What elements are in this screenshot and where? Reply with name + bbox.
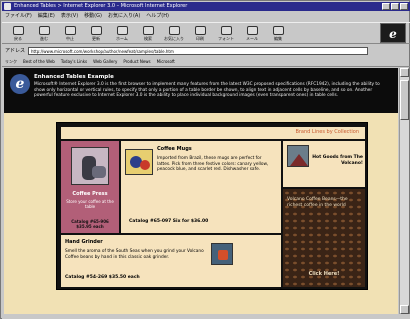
print-icon (194, 26, 206, 35)
refresh-label: 更新 (92, 36, 100, 41)
hand-grinder-description: Smell the aroma of the South Seas when y… (65, 249, 204, 260)
page-description: Microsoft® Internet Explorer 3.0 is the … (34, 82, 380, 99)
volcano-icon (290, 154, 308, 166)
coffee-cup-icon (92, 166, 106, 178)
coffee-mugs-image[interactable] (125, 149, 153, 175)
favorites-label: お気に入り (164, 36, 184, 41)
toolbar: 戻る 進む 中止 更新 ホーム 検索 お気に入り 印刷 フォント メール 編集 (2, 22, 410, 44)
ie-logo-icon: e (380, 23, 406, 43)
enhanced-table: Brand Lines by Collection Coffee Press S… (56, 122, 368, 290)
coffee-mugs-title: Coffee Mugs (157, 146, 192, 152)
coffee-press-cell: Coffee Press Store your coffee at the ta… (61, 141, 119, 233)
ie-app-icon (4, 3, 11, 10)
hand-grinder-catalog: Catalog #54-269 $35.50 each (65, 275, 140, 280)
link-microsoft[interactable]: Microsoft (157, 59, 175, 64)
scroll-up-button[interactable] (400, 68, 409, 77)
back-arrow-icon (12, 26, 24, 35)
address-bar: アドレス http://www.microsoft.com/workshop/a… (2, 45, 410, 56)
vertical-scrollbar[interactable] (399, 68, 409, 314)
coffee-press-catalog: Catalog #65-906 $35.95 each (71, 219, 109, 229)
status-bar (2, 314, 410, 319)
font-button[interactable]: フォント (213, 23, 239, 45)
print-button[interactable]: 印刷 (187, 23, 213, 45)
hot-goods-cell: Hot Goods from The Volcano! (283, 141, 365, 187)
coffee-press-title: Coffee Press (72, 191, 108, 197)
minimize-button[interactable] (382, 3, 390, 10)
favorites-button[interactable]: お気に入り (161, 23, 187, 45)
table-top-bar: Brand Lines by Collection (61, 127, 365, 139)
font-label: フォント (218, 36, 234, 41)
page-title: Enhanced Tables Example (34, 74, 114, 80)
stop-button[interactable]: 中止 (57, 23, 83, 45)
stop-icon (64, 26, 76, 35)
favorites-icon (168, 26, 180, 35)
coffee-press-description: Store your coffee at the table (66, 199, 114, 209)
maximize-button[interactable] (391, 3, 399, 10)
menu-go[interactable]: 移動(G) (84, 12, 102, 21)
coffee-beans-text: Volcano Coffee Beans—the richest coffee … (287, 197, 348, 208)
home-label: ホーム (116, 36, 128, 41)
link-web-gallery[interactable]: Web Gallery (93, 59, 117, 64)
volcano-image[interactable] (287, 145, 309, 167)
window-controls (382, 3, 408, 10)
hand-grinder-title: Hand Grinder (65, 239, 103, 245)
address-input[interactable]: http://www.microsoft.com/workshop/author… (28, 46, 369, 55)
edit-button[interactable]: 編集 (265, 23, 291, 45)
coffee-mugs-cell: Coffee Mugs Imported from Brazil, these … (121, 141, 281, 233)
font-icon (220, 26, 232, 35)
title-bar: Enhanced Tables > Internet Explorer 3.0 … (2, 2, 410, 11)
hand-grinder-image[interactable] (211, 243, 233, 265)
grinder-cup-icon (218, 250, 228, 260)
hand-grinder-cell: Hand Grinder Smell the aroma of the Sout… (61, 235, 281, 287)
menu-favorites[interactable]: お気に入り(A) (108, 12, 140, 21)
refresh-button[interactable]: 更新 (83, 23, 109, 45)
home-button[interactable]: ホーム (109, 23, 135, 45)
mail-icon (246, 26, 258, 35)
menu-view[interactable]: 表示(V) (61, 12, 78, 21)
refresh-icon (90, 26, 102, 35)
links-label: リンク (5, 58, 17, 64)
scroll-thumb[interactable] (400, 80, 409, 120)
search-icon (142, 26, 154, 35)
forward-button[interactable]: 進む (31, 23, 57, 45)
link-best-of-web[interactable]: Best of the Web (23, 59, 55, 64)
explorer-logo-icon: e (10, 74, 30, 94)
link-todays-links[interactable]: Today's Links (61, 59, 87, 64)
address-label: アドレス (5, 48, 26, 54)
links-bar: リンク Best of the Web Today's Links Web Ga… (2, 57, 410, 67)
click-here-link[interactable]: Click Here! (287, 271, 361, 277)
menu-bar: ファイル(F) 編集(E) 表示(V) 移動(G) お気に入り(A) ヘルプ(H… (2, 12, 410, 21)
coffee-mugs-description: Imported from Brazil, these mugs are per… (157, 156, 269, 173)
link-product-news[interactable]: Product News (123, 59, 150, 64)
edit-icon (272, 26, 284, 35)
close-button[interactable] (400, 3, 408, 10)
stop-label: 中止 (66, 36, 74, 41)
mail-label: メール (246, 36, 258, 41)
hot-goods-title: Hot Goods from The Volcano! (312, 155, 363, 166)
page-header: e Enhanced Tables Example Microsoft® Int… (4, 68, 398, 113)
forward-arrow-icon (38, 26, 50, 35)
scroll-down-button[interactable] (400, 305, 409, 314)
coffee-mugs-catalog: Catalog #65-097 Six for $36.00 (129, 219, 209, 224)
home-icon (116, 26, 128, 35)
search-label: 検索 (144, 36, 152, 41)
red-mug-icon (140, 160, 150, 170)
coffee-beans-cell: Volcano Coffee Beans—the richest coffee … (283, 189, 365, 287)
coffee-press-image[interactable] (71, 147, 109, 185)
menu-file[interactable]: ファイル(F) (5, 12, 32, 21)
search-button[interactable]: 検索 (135, 23, 161, 45)
edit-label: 編集 (274, 36, 282, 41)
back-label: 戻る (14, 36, 22, 41)
table-top-right-text[interactable]: Brand Lines by Collection (295, 129, 359, 135)
menu-edit[interactable]: 編集(E) (38, 12, 55, 21)
menu-help[interactable]: ヘルプ(H) (146, 12, 169, 21)
mail-button[interactable]: メール (239, 23, 265, 45)
print-label: 印刷 (196, 36, 204, 41)
browser-window: Enhanced Tables > Internet Explorer 3.0 … (0, 0, 410, 319)
window-title: Enhanced Tables > Internet Explorer 3.0 … (14, 3, 188, 9)
page-content: e Enhanced Tables Example Microsoft® Int… (4, 68, 398, 314)
forward-label: 進む (40, 36, 48, 41)
back-button[interactable]: 戻る (5, 23, 31, 45)
